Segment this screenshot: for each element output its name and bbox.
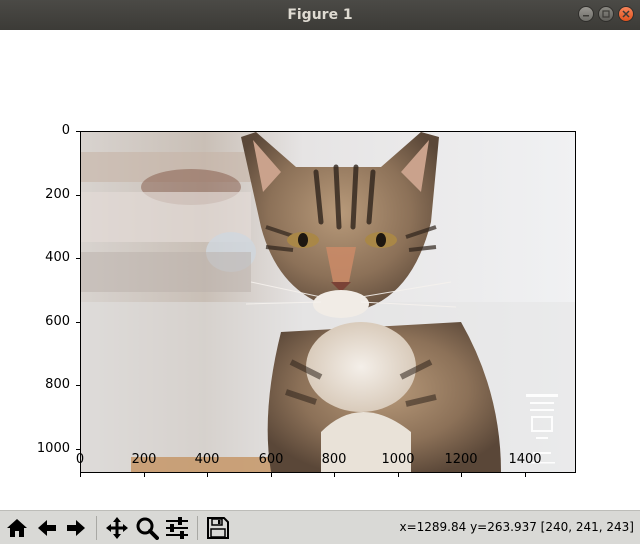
home-button[interactable] bbox=[4, 515, 30, 541]
toolbar-separator bbox=[197, 516, 198, 540]
navigation-toolbar: x=1289.84 y=263.937 [240, 241, 243] bbox=[0, 510, 640, 544]
floppy-disk-icon bbox=[207, 517, 229, 539]
y-tick-mark bbox=[76, 258, 80, 259]
x-tick-mark bbox=[144, 473, 145, 477]
x-tick-label: 1400 bbox=[508, 452, 542, 467]
y-tick-mark bbox=[76, 131, 80, 132]
x-tick-mark bbox=[398, 473, 399, 477]
x-tick-label: 1200 bbox=[444, 452, 478, 467]
y-tick-label: 400 bbox=[45, 250, 70, 265]
y-tick-mark bbox=[76, 195, 80, 196]
x-tick-label: 400 bbox=[194, 452, 220, 467]
x-tick-label: 0 bbox=[75, 452, 85, 467]
arrow-right-icon bbox=[67, 520, 85, 536]
sliders-icon bbox=[166, 517, 188, 539]
x-tick-label: 600 bbox=[258, 452, 284, 467]
y-tick-label: 0 bbox=[61, 123, 70, 138]
y-tick-label: 200 bbox=[45, 187, 70, 202]
magnifier-icon bbox=[136, 517, 159, 540]
x-tick-label: 200 bbox=[131, 452, 157, 467]
axes-image[interactable] bbox=[80, 131, 576, 473]
x-tick-mark bbox=[525, 473, 526, 477]
title-bar: Figure 1 bbox=[0, 0, 640, 30]
toolbar-separator bbox=[96, 516, 97, 540]
cat-photo-icon bbox=[81, 132, 575, 472]
zoom-button[interactable] bbox=[134, 515, 160, 541]
y-tick-mark bbox=[76, 385, 80, 386]
arrow-left-icon bbox=[38, 520, 56, 536]
x-tick-label: 1000 bbox=[381, 452, 415, 467]
move-icon bbox=[106, 517, 128, 539]
window-title: Figure 1 bbox=[287, 7, 353, 23]
cursor-coordinates: x=1289.84 y=263.937 [240, 241, 243] bbox=[399, 520, 634, 534]
configure-subplots-button[interactable] bbox=[164, 515, 190, 541]
pan-button[interactable] bbox=[104, 515, 130, 541]
y-tick-mark bbox=[76, 449, 80, 450]
y-tick-label: 600 bbox=[45, 314, 70, 329]
y-tick-label: 800 bbox=[45, 377, 70, 392]
x-tick-mark bbox=[334, 473, 335, 477]
back-button[interactable] bbox=[34, 515, 60, 541]
figure-canvas[interactable]: 0 200 400 600 800 1000 0 200 400 600 800… bbox=[0, 30, 640, 510]
save-button[interactable] bbox=[205, 515, 231, 541]
x-tick-mark bbox=[80, 473, 81, 477]
home-icon bbox=[7, 519, 27, 537]
figure-window: Figure 1 0 200 400 600 800 1000 0 200 40… bbox=[0, 0, 640, 544]
x-tick-mark bbox=[207, 473, 208, 477]
x-tick-mark bbox=[461, 473, 462, 477]
y-tick-mark bbox=[76, 322, 80, 323]
x-tick-label: 800 bbox=[321, 452, 347, 467]
x-tick-mark bbox=[271, 473, 272, 477]
forward-button[interactable] bbox=[63, 515, 89, 541]
